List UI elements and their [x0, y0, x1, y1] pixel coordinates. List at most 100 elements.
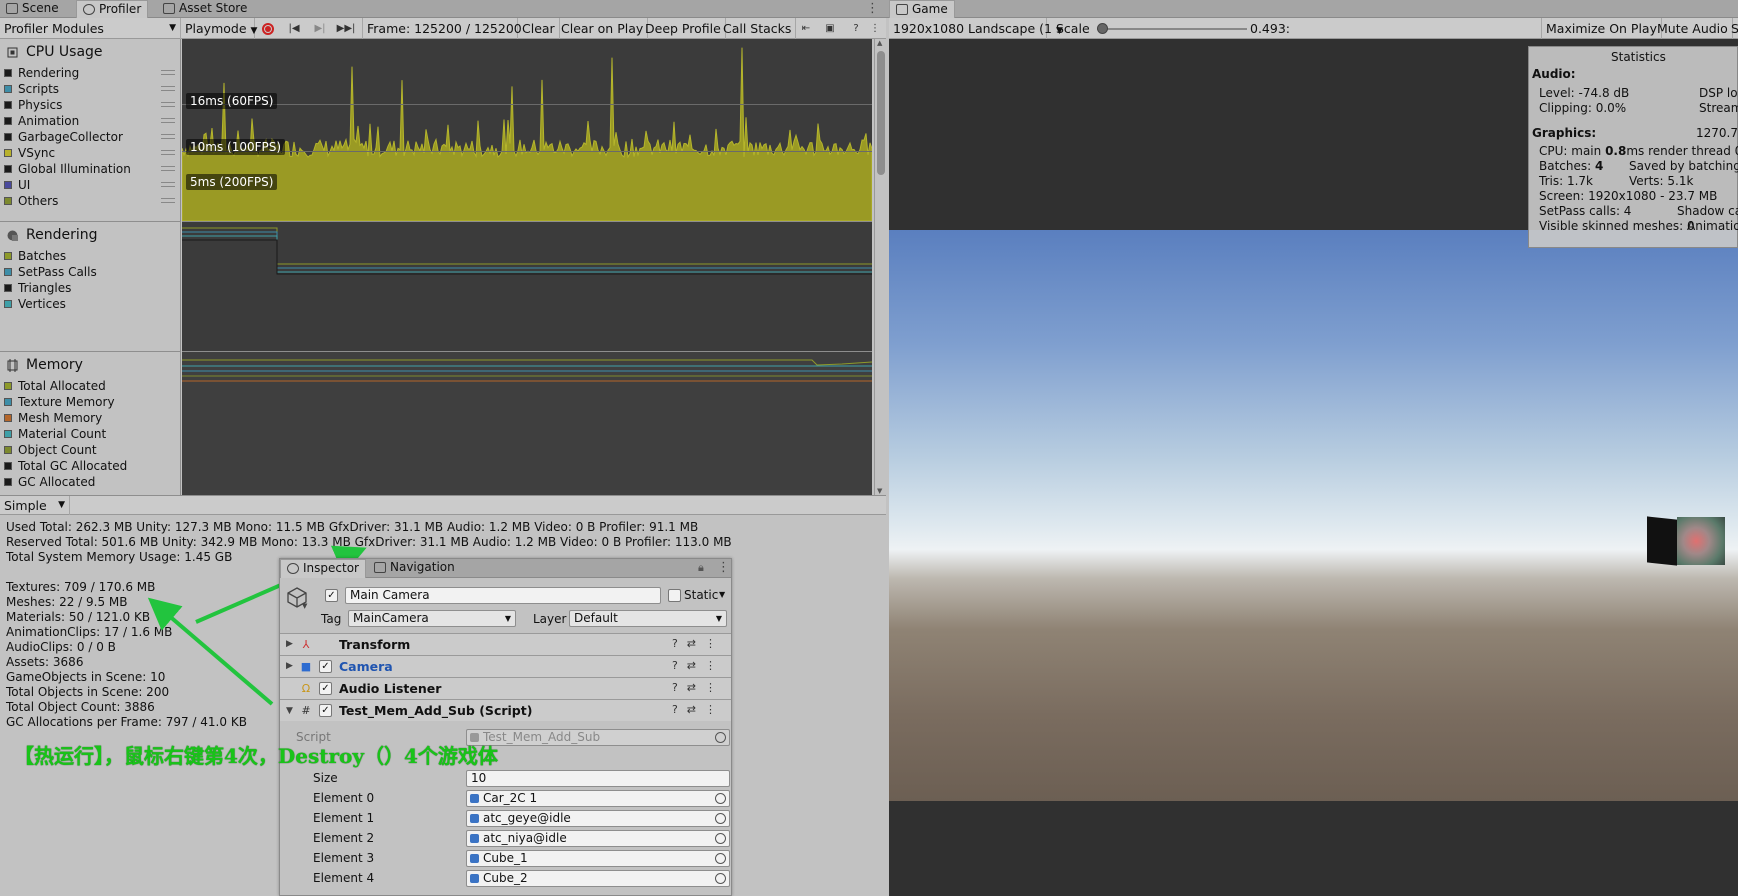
scale-slider[interactable]: [1097, 23, 1247, 34]
component-tools-icons[interactable]: ?⇄⋮: [672, 681, 725, 694]
tab-navigation[interactable]: Navigation: [368, 559, 461, 578]
scale-slider-handle[interactable]: [1097, 23, 1108, 34]
object-picker-icon[interactable]: [715, 873, 726, 884]
component-tools-icons[interactable]: ?⇄⋮: [672, 637, 725, 650]
game-icon: [896, 4, 908, 15]
component-camera[interactable]: ▶ ■ ✓ Camera ?⇄⋮: [280, 655, 731, 677]
skinned-meshes-stat: Visible skinned meshes: 0: [1539, 219, 1695, 233]
graphics-fps: 1270.7: [1696, 126, 1738, 140]
screen-stat: Screen: 1920x1080 - 23.7 MB: [1539, 189, 1718, 203]
chevron-down-icon[interactable]: ▼: [302, 602, 307, 610]
object-picker-icon[interactable]: [715, 853, 726, 864]
tag-label: Tag: [321, 612, 342, 626]
audio-stream: Stream: [1699, 101, 1738, 115]
array-element-row: Element 3 Cube_1: [280, 849, 731, 867]
resolution-dropdown[interactable]: 1920x1080 Landscape (1 ▼: [889, 18, 1063, 39]
shadow-casters-stat: Shadow ca: [1677, 204, 1738, 218]
camera-enabled-checkbox[interactable]: ✓: [319, 660, 332, 673]
tab-game[interactable]: Game: [889, 0, 955, 18]
static-checkbox[interactable]: [668, 589, 681, 602]
layer-label: Layer: [533, 612, 567, 626]
annotation-caption: 【热运行】，鼠标右键第4次，Destroy（）4个游戏体: [14, 744, 498, 768]
element-label: Element 1: [313, 811, 375, 825]
textured-cube-object: [1677, 517, 1725, 565]
setpass-stat: SetPass calls: 4: [1539, 204, 1632, 218]
cpu-stat: CPU: main 0.8ms render thread 0.2: [1539, 144, 1738, 158]
gameobject-icon: [470, 854, 479, 863]
maximize-on-play-button[interactable]: Maximize On Play: [1541, 18, 1662, 39]
element-object-field[interactable]: Cube_1: [466, 850, 730, 867]
array-element-row: Element 1 atc_geye@idle: [280, 809, 731, 827]
tab-inspector[interactable]: Inspector: [280, 559, 366, 578]
mute-audio-button[interactable]: Mute Audio: [1653, 18, 1733, 39]
object-picker-icon[interactable]: [715, 833, 726, 844]
active-checkbox[interactable]: ✓: [325, 589, 338, 602]
statistics-overlay: Statistics Audio: Level: -74.8 dB DSP lo…: [1528, 46, 1738, 248]
gameobject-icon: [470, 834, 479, 843]
component-script[interactable]: ▼ # ✓ Test_Mem_Add_Sub (Script) ?⇄⋮: [280, 699, 731, 721]
audio-clipping: Clipping: 0.0%: [1539, 101, 1627, 115]
animations-stat: Animatio: [1687, 219, 1738, 233]
array-element-row: Element 4 Cube_2: [280, 869, 731, 887]
array-element-row: Element 2 atc_niya@idle: [280, 829, 731, 847]
graphics-heading: Graphics:: [1532, 126, 1597, 140]
script-icon: #: [301, 704, 311, 717]
saved-by-batching: Saved by batching:: [1629, 159, 1738, 173]
component-tools-icons[interactable]: ?⇄⋮: [672, 703, 725, 716]
element-object-field[interactable]: atc_niya@idle: [466, 830, 730, 847]
scale-label: Scale: [1056, 21, 1090, 36]
lock-icon[interactable]: 🔒︎: [698, 561, 704, 575]
script-field: Test_Mem_Add_Sub: [466, 729, 730, 746]
size-label: Size: [313, 771, 338, 785]
statistics-title: Statistics: [1611, 50, 1666, 64]
element-label: Element 4: [313, 871, 375, 885]
more-icon[interactable]: ⋮: [717, 560, 730, 575]
element-object-field[interactable]: atc_geye@idle: [466, 810, 730, 827]
navigation-icon: [374, 562, 386, 573]
inspector-tab-bar: Inspector Navigation 🔒︎ ⋮: [280, 559, 731, 578]
element-label: Element 0: [313, 791, 375, 805]
expand-arrow-icon[interactable]: ▶: [286, 661, 293, 671]
object-picker-icon: [715, 732, 726, 743]
script-enabled-checkbox[interactable]: ✓: [319, 704, 332, 717]
inspector-panel: Inspector Navigation 🔒︎ ⋮ ▼ ✓ Main Camer…: [279, 558, 732, 896]
audio-heading: Audio:: [1532, 67, 1576, 81]
skybox-render: [889, 230, 1738, 801]
static-label: Static: [684, 588, 719, 602]
layer-dropdown[interactable]: Default ▼: [569, 610, 727, 627]
audio-listener-enabled-checkbox[interactable]: ✓: [319, 682, 332, 695]
gameobject-icon: [470, 794, 479, 803]
object-picker-icon[interactable]: [715, 813, 726, 824]
stats-button[interactable]: S: [1727, 18, 1738, 39]
cube-object: [1647, 516, 1677, 566]
gameobject-icon: [470, 814, 479, 823]
game-toolbar: 1920x1080 Landscape (1 ▼ Scale 0.493: Ma…: [889, 18, 1738, 39]
element-object-field[interactable]: Cube_2: [466, 870, 730, 887]
expand-arrow-icon[interactable]: ▶: [286, 639, 293, 649]
chevron-down-icon[interactable]: ▼: [719, 590, 725, 599]
chevron-down-icon: ▼: [715, 614, 722, 623]
object-picker-icon[interactable]: [715, 793, 726, 804]
scale-value: 0.493:: [1250, 21, 1290, 36]
array-element-row: Element 0 Car_2C 1: [280, 789, 731, 807]
tag-dropdown[interactable]: MainCamera ▼: [348, 610, 516, 627]
element-label: Element 2: [313, 831, 375, 845]
camera-icon: ■: [300, 660, 312, 673]
collapse-arrow-icon[interactable]: ▼: [286, 706, 293, 716]
size-field[interactable]: 10: [466, 770, 730, 787]
element-label: Element 3: [313, 851, 375, 865]
letterbox-bottom: [889, 801, 1738, 896]
audio-dsp: DSP lo: [1699, 86, 1738, 100]
object-name-field[interactable]: Main Camera: [345, 587, 661, 604]
component-tools-icons[interactable]: ?⇄⋮: [672, 659, 725, 672]
audio-level: Level: -74.8 dB: [1539, 86, 1630, 100]
tris-stat: Tris: 1.7k: [1539, 174, 1593, 188]
component-audio-listener[interactable]: Ω ✓ Audio Listener ?⇄⋮: [280, 677, 731, 699]
gameobject-icon: [470, 874, 479, 883]
element-object-field[interactable]: Car_2C 1: [466, 790, 730, 807]
chevron-down-icon: ▼: [504, 614, 511, 623]
component-transform[interactable]: ▶ ⅄ Transform ?⇄⋮: [280, 633, 731, 655]
batches-stat: Batches: 4: [1539, 159, 1604, 173]
info-icon: [287, 563, 299, 574]
size-field-row: Size 10: [280, 769, 731, 787]
